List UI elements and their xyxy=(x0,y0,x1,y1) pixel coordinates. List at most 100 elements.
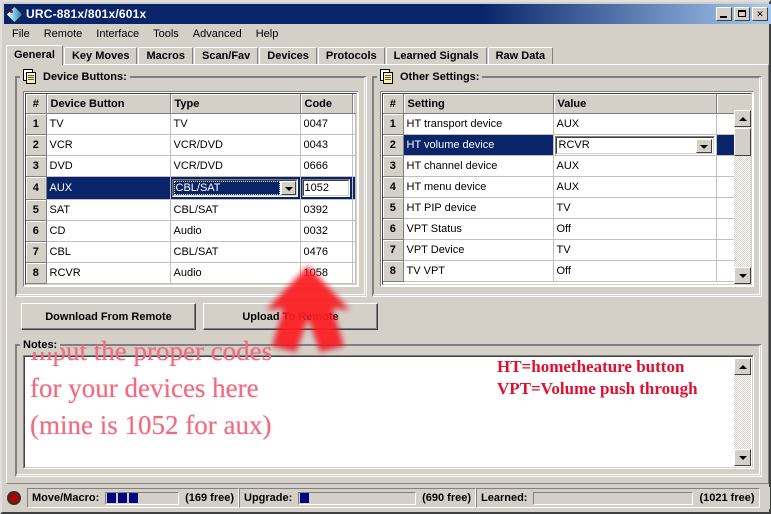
cell-value[interactable]: TV xyxy=(553,197,717,219)
tab-general[interactable]: General xyxy=(6,45,63,65)
cell-device-button[interactable]: VCR xyxy=(46,134,171,156)
table-row[interactable]: 5 SAT CBL/SAT 0392 xyxy=(26,199,356,221)
table-row[interactable]: 6 VPT Status Off xyxy=(383,218,751,240)
table-row[interactable]: 1 TV TV 0047 xyxy=(26,113,356,135)
table-row[interactable]: 6 CD Audio 0032 xyxy=(26,220,356,242)
cell-device-button[interactable]: CD xyxy=(46,220,171,242)
tab-protocols[interactable]: Protocols xyxy=(317,47,385,65)
cell-value[interactable]: Off xyxy=(553,218,717,240)
table-row[interactable]: 7 VPT Device TV xyxy=(383,239,751,261)
tab-learned-signals[interactable]: Learned Signals xyxy=(385,47,487,65)
scrollbar-track[interactable] xyxy=(734,375,751,449)
cell-type-editor[interactable]: CBL/SAT xyxy=(170,176,301,200)
code-input[interactable]: 1052 xyxy=(301,179,350,197)
cell-value[interactable]: AUX xyxy=(553,155,717,177)
scrollbar-thumb[interactable] xyxy=(734,128,751,156)
cell-value-editor[interactable]: RCVR xyxy=(553,134,717,156)
cell-value[interactable]: AUX xyxy=(553,176,717,198)
cell-code[interactable]: 0392 xyxy=(300,199,353,221)
table-row[interactable]: 8 RCVR Audio 1058 xyxy=(26,262,356,284)
cell-setting[interactable]: HT transport device xyxy=(403,113,554,135)
cell-setting[interactable]: HT volume device xyxy=(403,134,554,156)
table-row[interactable]: 7 CBL CBL/SAT 0476 xyxy=(26,241,356,263)
minimize-button[interactable] xyxy=(716,7,732,21)
row-index: 4 xyxy=(383,176,404,198)
col-header-code[interactable]: Code xyxy=(300,94,353,114)
scroll-up-icon[interactable] xyxy=(734,110,751,127)
table-row[interactable]: 3 DVD VCR/DVD 0666 xyxy=(26,155,356,177)
scroll-up-icon[interactable] xyxy=(734,358,751,375)
tab-macros[interactable]: Macros xyxy=(138,47,193,65)
cell-setting[interactable]: VPT Status xyxy=(403,218,554,240)
cell-setting[interactable]: HT menu device xyxy=(403,176,554,198)
other-settings-scrollbar[interactable] xyxy=(734,110,751,284)
menu-item-interface[interactable]: Interface xyxy=(89,27,146,41)
cell-setting[interactable]: HT PIP device xyxy=(403,197,554,219)
col-header-value[interactable]: Value xyxy=(553,94,717,114)
col-header-type[interactable]: Type xyxy=(170,94,301,114)
col-header-index[interactable]: # xyxy=(26,94,47,114)
other-settings-grid[interactable]: # Setting Value 1 HT transport device AU… xyxy=(380,91,754,287)
cell-type[interactable]: CBL/SAT xyxy=(170,241,301,263)
table-row-selected[interactable]: 4 AUX CBL/SAT 1052 xyxy=(26,176,356,200)
chevron-down-icon[interactable] xyxy=(280,181,296,195)
cell-code[interactable]: 0032 xyxy=(300,220,353,242)
cell-code[interactable]: 0047 xyxy=(300,113,353,135)
maximize-button[interactable] xyxy=(734,7,750,21)
scroll-down-icon[interactable] xyxy=(734,449,751,466)
tab-key-moves[interactable]: Key Moves xyxy=(63,47,138,65)
cell-code[interactable]: 0043 xyxy=(300,134,353,156)
col-header-setting[interactable]: Setting xyxy=(403,94,554,114)
device-buttons-grid[interactable]: # Device Button Type Code 1 TV TV 0047 2… xyxy=(23,91,359,287)
menu-item-tools[interactable]: Tools xyxy=(146,27,186,41)
cell-code[interactable]: 0476 xyxy=(300,241,353,263)
cell-code[interactable]: 1058 xyxy=(300,262,353,284)
cell-device-button[interactable]: DVD xyxy=(46,155,171,177)
cell-device-button[interactable]: RCVR xyxy=(46,262,171,284)
cell-type[interactable]: Audio xyxy=(170,220,301,242)
table-row[interactable]: 3 HT channel device AUX xyxy=(383,155,751,177)
cell-device-button[interactable]: TV xyxy=(46,113,171,135)
upload-to-remote-button[interactable]: Upload To Remote xyxy=(203,303,378,330)
tab-scan-fav[interactable]: Scan/Fav xyxy=(193,47,259,65)
table-row[interactable]: 2 VCR VCR/DVD 0043 xyxy=(26,134,356,156)
table-row[interactable]: 8 TV VPT Off xyxy=(383,260,751,282)
cell-device-button[interactable]: AUX xyxy=(46,176,171,200)
tab-devices[interactable]: Devices xyxy=(259,47,317,65)
notes-textarea[interactable] xyxy=(23,355,754,469)
cell-device-button[interactable]: SAT xyxy=(46,199,171,221)
tab-raw-data[interactable]: Raw Data xyxy=(487,47,554,65)
cell-value[interactable]: Off xyxy=(553,260,717,282)
col-header-index[interactable]: # xyxy=(383,94,404,114)
table-row[interactable]: 4 HT menu device AUX xyxy=(383,176,751,198)
table-row-selected[interactable]: 2 HT volume device RCVR xyxy=(383,134,751,156)
cell-type[interactable]: Audio xyxy=(170,262,301,284)
cell-code[interactable]: 0666 xyxy=(300,155,353,177)
type-combobox[interactable]: CBL/SAT xyxy=(171,179,298,197)
close-button[interactable]: ✕ xyxy=(752,7,768,21)
menu-item-file[interactable]: File xyxy=(5,27,37,41)
col-header-device-button[interactable]: Device Button xyxy=(46,94,171,114)
cell-setting[interactable]: TV VPT xyxy=(403,260,554,282)
table-row[interactable]: 1 HT transport device AUX xyxy=(383,113,751,135)
cell-value[interactable]: TV xyxy=(553,239,717,261)
cell-type[interactable]: VCR/DVD xyxy=(170,134,301,156)
cell-code-editor[interactable]: 1052 xyxy=(300,176,353,200)
notes-scrollbar[interactable] xyxy=(734,358,751,466)
other-settings-group: Other Settings: # Setting Value 1 HT tra… xyxy=(372,69,762,297)
cell-setting[interactable]: HT channel device xyxy=(403,155,554,177)
cell-type[interactable]: CBL/SAT xyxy=(170,199,301,221)
cell-type[interactable]: VCR/DVD xyxy=(170,155,301,177)
chevron-down-icon[interactable] xyxy=(695,138,712,153)
menu-item-help[interactable]: Help xyxy=(249,27,286,41)
cell-setting[interactable]: VPT Device xyxy=(403,239,554,261)
value-combobox[interactable]: RCVR xyxy=(554,135,715,155)
download-from-remote-button[interactable]: Download From Remote xyxy=(21,303,196,330)
menu-item-remote[interactable]: Remote xyxy=(37,27,90,41)
cell-device-button[interactable]: CBL xyxy=(46,241,171,263)
cell-value[interactable]: AUX xyxy=(553,113,717,135)
cell-type[interactable]: TV xyxy=(170,113,301,135)
menu-item-advanced[interactable]: Advanced xyxy=(186,27,249,41)
scroll-down-icon[interactable] xyxy=(734,267,751,284)
table-row[interactable]: 5 HT PIP device TV xyxy=(383,197,751,219)
